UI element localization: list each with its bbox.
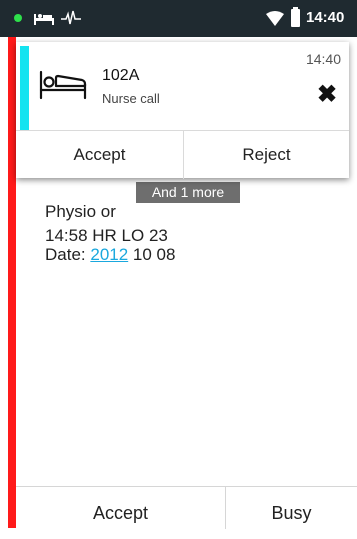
date-label: Date: [45, 245, 91, 264]
alarm-priority-bar [8, 37, 16, 528]
more-notifications-badge: And 1 more [136, 182, 240, 203]
status-bar: 14:40 [0, 0, 357, 37]
status-indicator-icon [14, 14, 22, 22]
battery-icon [291, 7, 300, 27]
notification-accent-bar [20, 46, 29, 130]
alarm-time-text: 14:58 HR LO 23 [45, 226, 168, 245]
alarm-type-text: Physio or [45, 202, 116, 221]
notification-accept-button[interactable]: Accept [16, 131, 183, 179]
date-rest: 10 08 [128, 245, 176, 264]
wifi-icon [266, 11, 284, 26]
status-time: 14:40 [306, 9, 345, 26]
alarm-date: Date: 2012 10 08 [45, 245, 175, 265]
bed-icon [39, 70, 87, 100]
notification-card[interactable]: 102A Nurse call 14:40 ✖ Accept Reject [16, 42, 349, 179]
notification-reject-button[interactable]: Reject [183, 131, 349, 179]
bottom-action-bar: Accept Busy [16, 486, 357, 529]
ecg-icon [61, 10, 81, 25]
date-year-link[interactable]: 2012 [90, 245, 128, 264]
close-icon[interactable]: ✖ [316, 83, 338, 107]
notification-subtitle: Nurse call [102, 91, 160, 106]
notification-actions: Accept Reject [16, 130, 349, 179]
bed-icon [34, 14, 54, 25]
notification-title: 102A [102, 67, 140, 84]
accept-button[interactable]: Accept [16, 487, 225, 529]
busy-button[interactable]: Busy [225, 487, 357, 529]
notification-time: 14:40 [305, 51, 341, 67]
